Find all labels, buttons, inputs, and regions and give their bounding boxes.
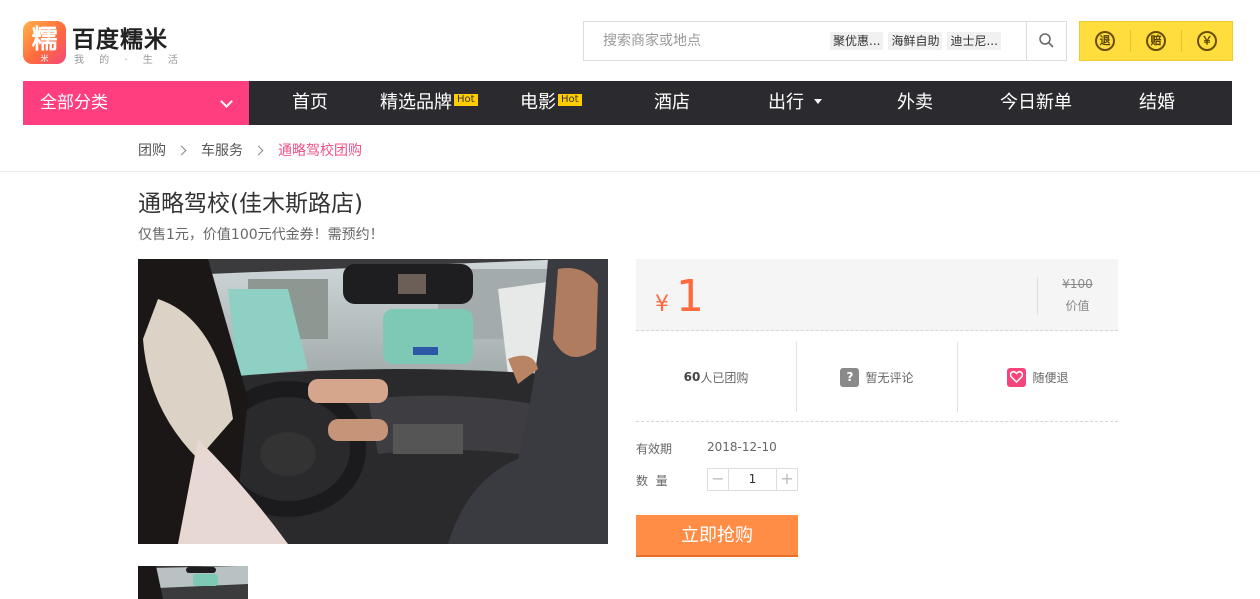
nav-label: 出行 [768, 92, 804, 113]
buy-now-button[interactable]: 立即抢购 [636, 515, 798, 557]
chevron-down-icon [220, 95, 233, 108]
nav-item-wedding[interactable]: 结婚 [1139, 81, 1175, 125]
hot-tag-1[interactable]: 海鲜自助 [888, 32, 943, 50]
hot-tag-2[interactable]: 迪士尼... [947, 32, 1001, 50]
original-price-label: 价值 [1065, 299, 1090, 313]
all-categories-button[interactable]: 全部分类 [23, 81, 249, 125]
nav-label: 结婚 [1139, 92, 1175, 113]
nav-label: 电影 [520, 92, 556, 113]
original-price-box: ¥100 价值 [1037, 277, 1117, 315]
nav-item-travel[interactable]: 出行 [768, 81, 822, 125]
breadcrumb: 团购 车服务 通略驾校团购 [138, 140, 362, 160]
hot-badge: Hot [558, 94, 582, 106]
decrement-button[interactable]: − [708, 469, 728, 490]
thumbnail-image [138, 566, 248, 599]
service-guarantees: 退 赔 ￥ [1079, 21, 1233, 61]
nav-item-home[interactable]: 首页 [292, 81, 328, 125]
nav-label: 外卖 [897, 92, 933, 113]
original-price: ¥100 [1062, 277, 1093, 291]
search-input[interactable] [584, 22, 824, 60]
all-categories-label: 全部分类 [40, 93, 108, 113]
nav-item-movies[interactable]: 电影 Hot [520, 81, 582, 125]
deal-price: 1 [676, 271, 704, 322]
sold-count-number: 60 [683, 370, 701, 384]
logo-char-sub: 米 [40, 54, 49, 63]
divider [636, 421, 1118, 422]
logo-title[interactable]: 百度糯米 [72, 20, 168, 54]
increment-button[interactable]: + [777, 469, 797, 490]
logo-char: 糯 [31, 25, 58, 55]
currency-symbol: ¥ [655, 292, 669, 317]
refund-text: 随便退 [1032, 370, 1069, 385]
breadcrumb-current[interactable]: 通略驾校团购 [278, 140, 362, 160]
guarantee-refund[interactable]: 退 [1080, 30, 1130, 52]
search-button[interactable] [1026, 22, 1066, 60]
sold-count-label: 人已团购 [700, 370, 749, 385]
compensate-badge-icon: 赔 [1146, 31, 1166, 51]
quantity-stepper: − 1 + [707, 468, 798, 491]
refund-badge-icon: 退 [1095, 31, 1115, 51]
validity-value: 2018-12-10 [707, 440, 777, 454]
hot-tag-0[interactable]: 聚优惠... [830, 32, 884, 50]
caret-down-icon [814, 99, 822, 104]
logo-icon[interactable]: 糯 米 [23, 21, 66, 64]
nav-label: 今日新单 [1000, 92, 1072, 113]
deal-photo[interactable] [138, 259, 608, 544]
quantity-input[interactable]: 1 [728, 469, 777, 490]
reviews-link[interactable]: ? 暂无评论 [796, 342, 957, 412]
deal-title: 通略驾校(佳木斯路店) [138, 191, 363, 217]
review-text: 暂无评论 [865, 370, 914, 385]
search-box: 聚优惠... 海鲜自助 迪士尼... [583, 21, 1067, 61]
car-interior-image [138, 259, 608, 544]
price-box: ¥ 1 ¥100 价值 [636, 259, 1118, 331]
heart-icon [1007, 367, 1027, 387]
breadcrumb-item[interactable]: 车服务 [201, 140, 243, 160]
quantity-label: 数 量 [636, 474, 668, 488]
validity-label: 有效期 [636, 442, 673, 456]
price-badge-icon: ￥ [1197, 31, 1217, 51]
nav-label: 酒店 [654, 92, 690, 113]
nav-label: 精选品牌 [380, 92, 452, 113]
question-icon: ? [840, 367, 860, 387]
nav-item-brands[interactable]: 精选品牌 Hot [380, 81, 478, 125]
nav-item-takeout[interactable]: 外卖 [897, 81, 933, 125]
divider [0, 171, 1260, 172]
header: 糯 米 百度糯米 我 的 · 生 活 聚优惠... 海鲜自助 迪士尼... 退 … [0, 0, 1260, 80]
hot-badge: Hot [454, 94, 478, 106]
nav-item-hotel[interactable]: 酒店 [654, 81, 690, 125]
main-nav: 全部分类 首页 精选品牌 Hot 电影 Hot 酒店 出行 外卖 今日新单 结婚 [23, 81, 1232, 125]
nav-item-new-deals[interactable]: 今日新单 [1000, 81, 1072, 125]
refund-policy[interactable]: 随便退 [957, 342, 1118, 412]
logo-slogan: 我 的 · 生 活 [74, 55, 184, 66]
chevron-right-icon [176, 145, 187, 155]
sold-count: 60 人已团购 [636, 342, 796, 412]
photo-thumbnail[interactable] [138, 566, 248, 599]
search-icon [1039, 33, 1054, 48]
nav-label: 首页 [292, 92, 328, 113]
deal-stats: 60 人已团购 ? 暂无评论 随便退 [636, 342, 1118, 412]
deal-subtitle: 仅售1元，价值100元代金券！需预约！ [138, 227, 384, 243]
breadcrumb-item[interactable]: 团购 [138, 140, 166, 160]
hot-search-tags: 聚优惠... 海鲜自助 迪士尼... [830, 32, 1001, 50]
guarantee-price[interactable]: ￥ [1181, 30, 1232, 52]
chevron-right-icon [253, 145, 264, 155]
guarantee-compensate[interactable]: 赔 [1130, 30, 1181, 52]
